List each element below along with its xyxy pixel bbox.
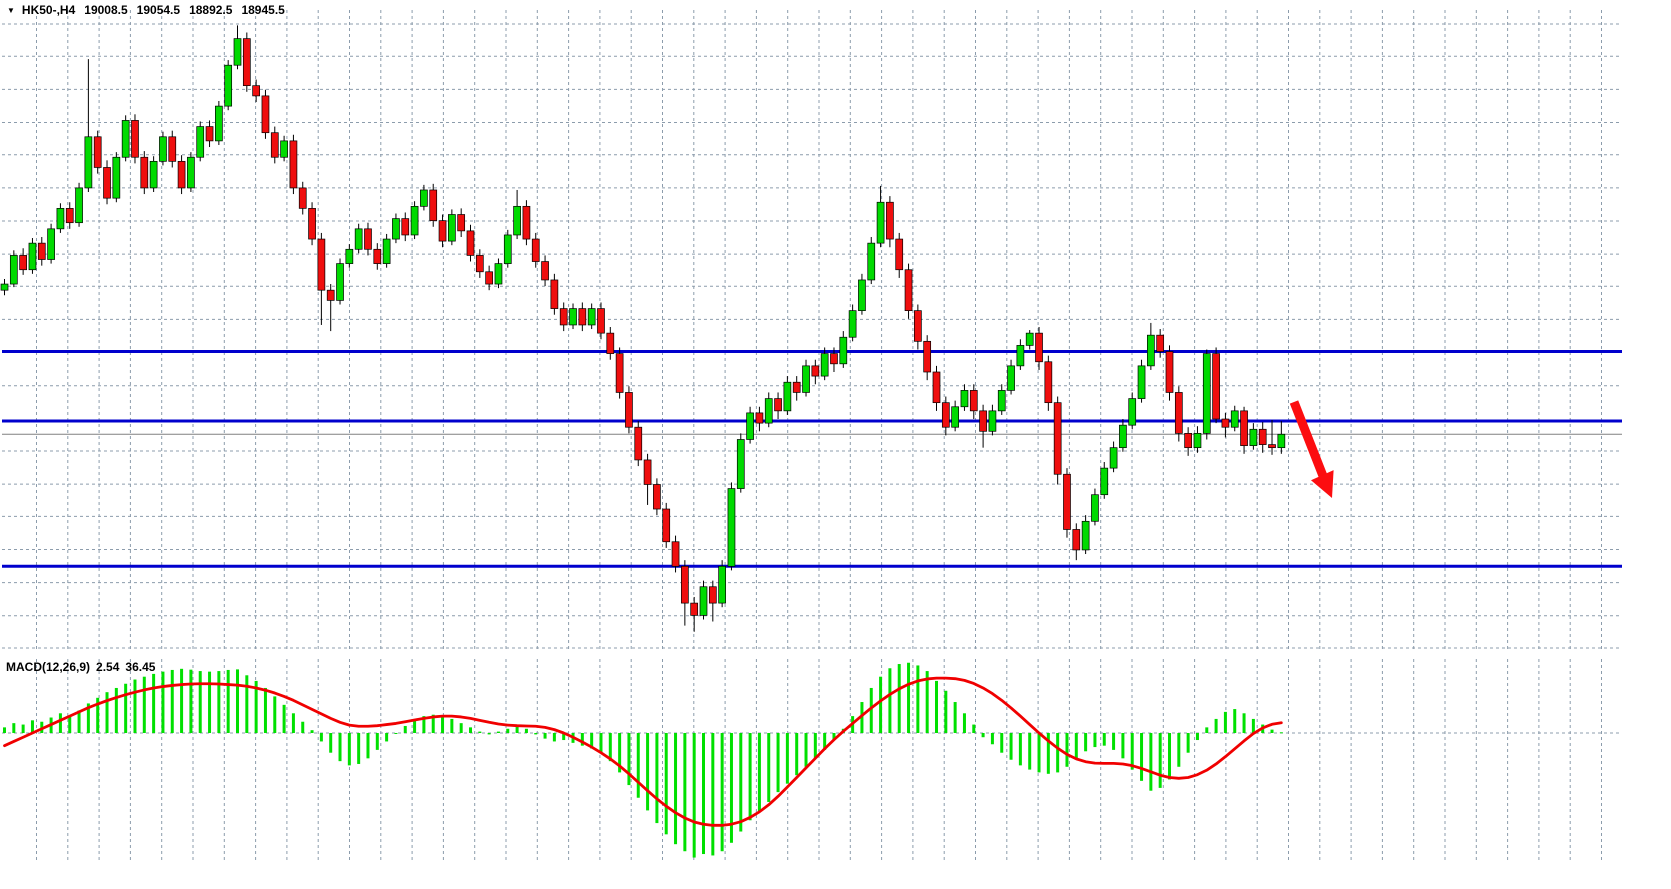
chart-canvas[interactable] (0, 0, 1671, 889)
macd-main-value: 2.54 (96, 660, 119, 674)
chart-window: ▼ HK50-,H4 19008.5 19054.5 18892.5 18945… (0, 0, 1671, 889)
chart-menu-arrow-icon[interactable]: ▼ (7, 6, 15, 15)
ohlc-high-value: 19054.5 (137, 3, 180, 17)
ohlc-low-value: 18892.5 (189, 3, 232, 17)
ohlc-close-value: 18945.5 (241, 3, 284, 17)
ohlc-open-value: 19008.5 (84, 3, 127, 17)
macd-indicator-header: MACD(12,26,9) 2.54 36.45 (6, 660, 155, 674)
symbol-timeframe-label: HK50-,H4 (22, 3, 75, 17)
symbol-ohlc-header: ▼ HK50-,H4 19008.5 19054.5 18892.5 18945… (7, 3, 285, 17)
macd-signal-value: 36.45 (125, 660, 155, 674)
macd-indicator-label: MACD(12,26,9) (6, 660, 90, 674)
